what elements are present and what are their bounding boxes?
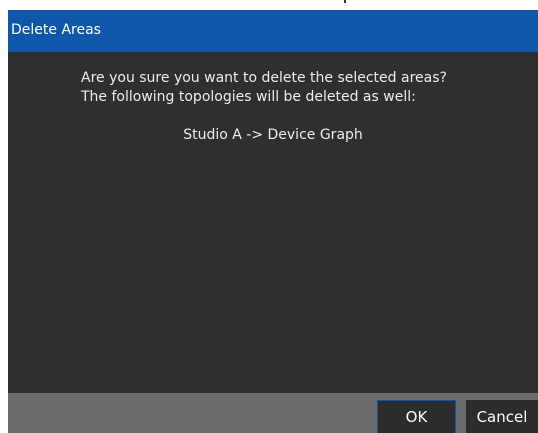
confirmation-message-line-1: Are you sure you want to delete the sele… bbox=[81, 70, 447, 86]
dialog-title: Delete Areas bbox=[11, 22, 101, 38]
confirmation-message-line-2: The following topologies will be deleted… bbox=[81, 89, 416, 105]
dialog-footer: OK Cancel bbox=[8, 393, 538, 433]
screen-artifact bbox=[344, 0, 346, 3]
ok-button[interactable]: OK bbox=[377, 400, 456, 433]
topology-list-item: Studio A -> Device Graph bbox=[183, 127, 363, 143]
delete-areas-dialog: Delete Areas Are you sure you want to de… bbox=[8, 10, 538, 433]
confirmation-message: Are you sure you want to delete the sele… bbox=[81, 69, 447, 107]
dialog-title-bar[interactable]: Delete Areas bbox=[8, 10, 538, 52]
cancel-button[interactable]: Cancel bbox=[466, 400, 538, 433]
dialog-content: Are you sure you want to delete the sele… bbox=[8, 52, 538, 392]
